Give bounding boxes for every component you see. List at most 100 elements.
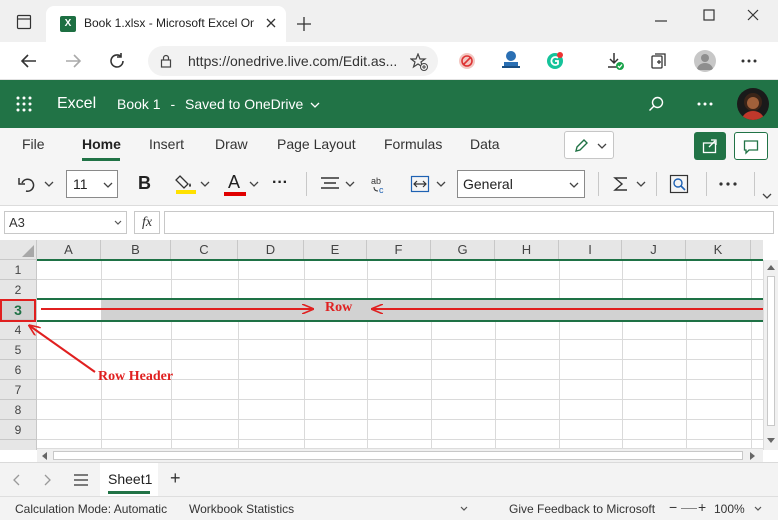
align-dropdown-icon[interactable] — [345, 180, 355, 188]
scroll-down-icon[interactable] — [767, 438, 775, 444]
zoom-level[interactable]: 100% — [714, 502, 745, 516]
share-button[interactable] — [694, 132, 726, 160]
fx-label: fx — [141, 215, 153, 230]
browser-tab[interactable]: X Book 1.xlsx - Microsoft Excel Onl — [46, 6, 286, 42]
scroll-left-icon[interactable] — [41, 452, 47, 460]
formula-bar: A3 fx — [0, 206, 778, 240]
extension-blocker-icon[interactable] — [458, 52, 476, 70]
undo-icon[interactable] — [18, 175, 38, 193]
user-avatar[interactable] — [737, 88, 769, 120]
wrap-dropdown-icon[interactable] — [436, 180, 446, 188]
bold-button[interactable]: B — [138, 173, 151, 194]
profile-avatar[interactable] — [694, 50, 716, 72]
spreadsheet-grid: A B C D E F G H I J K 1 2 3 4 5 6 7 8 9 — [0, 240, 778, 462]
formula-input[interactable] — [164, 211, 774, 234]
excel-app-header: Excel Book 1 - Saved to OneDrive — [0, 80, 778, 128]
autosum-icon[interactable] — [612, 175, 630, 193]
editing-mode-button[interactable] — [564, 131, 614, 159]
feedback-link[interactable]: Give Feedback to Microsoft — [509, 502, 655, 516]
forward-icon[interactable] — [64, 52, 82, 70]
text-direction-icon[interactable]: ab c — [370, 174, 390, 194]
sheet-tabs-bar: Sheet1 + — [0, 462, 778, 496]
calculation-mode[interactable]: Calculation Mode: Automatic — [15, 502, 167, 516]
minimize-icon[interactable] — [654, 14, 668, 28]
collections-icon[interactable] — [650, 52, 668, 70]
insert-function-button[interactable]: fx — [134, 211, 160, 234]
font-color-dropdown-icon[interactable] — [249, 180, 259, 188]
scroll-hthumb[interactable] — [53, 451, 743, 460]
sheet-next-icon[interactable] — [44, 474, 52, 486]
back-icon[interactable] — [20, 52, 38, 70]
more-commands-icon[interactable] — [719, 182, 737, 186]
tab-file[interactable]: File — [22, 128, 45, 162]
scroll-thumb[interactable] — [767, 276, 775, 426]
url-field[interactable]: https://onedrive.live.com/Edit.as... — [148, 46, 438, 76]
scroll-up-icon[interactable] — [767, 264, 775, 270]
tab-formulas[interactable]: Formulas — [384, 128, 442, 162]
tab-draw[interactable]: Draw — [215, 128, 248, 162]
sheet-tab-underline — [108, 491, 150, 494]
zoom-slider-track[interactable] — [681, 508, 697, 509]
browser-menu-icon[interactable] — [740, 58, 758, 64]
refresh-icon[interactable] — [108, 52, 126, 70]
align-icon[interactable] — [320, 175, 340, 193]
tab-data[interactable]: Data — [470, 128, 500, 162]
downloads-icon[interactable] — [606, 52, 626, 72]
favorites-add-icon[interactable] — [410, 53, 428, 71]
home-toolbar: 11 B A ··· ab c General — [0, 162, 778, 206]
status-dropdown-icon[interactable] — [460, 506, 468, 512]
font-color-button[interactable]: A — [224, 170, 246, 198]
search-icon[interactable] — [648, 96, 664, 112]
document-title-button[interactable]: Book 1 - Saved to OneDrive — [117, 96, 320, 112]
extension-grammarly-icon[interactable] — [546, 52, 564, 70]
zoom-dropdown-icon[interactable] — [754, 506, 762, 512]
tab-home[interactable]: Home — [82, 128, 121, 162]
toolbar-divider — [306, 172, 307, 196]
scroll-right-icon[interactable] — [750, 452, 756, 460]
zoom-in-button[interactable]: + — [698, 499, 706, 515]
chevron-down-icon — [597, 142, 607, 150]
add-sheet-button[interactable]: + — [170, 468, 181, 489]
app-name[interactable]: Excel — [57, 95, 96, 113]
horizontal-scrollbar[interactable] — [37, 448, 763, 462]
tab-actions-icon[interactable] — [16, 14, 32, 30]
expand-ribbon-icon[interactable] — [762, 192, 772, 200]
extension-stamp-icon[interactable] — [502, 50, 520, 70]
more-font-options-button[interactable]: ··· — [272, 174, 288, 192]
window-close-icon[interactable] — [746, 8, 760, 22]
chevron-down-icon — [569, 181, 579, 189]
tab-page-layout[interactable]: Page Layout — [277, 128, 356, 162]
new-tab-icon[interactable] — [296, 16, 312, 32]
sheet-prev-icon[interactable] — [12, 474, 20, 486]
font-color-swatch — [224, 192, 246, 196]
sheet-tab-active[interactable]: Sheet1 — [100, 463, 158, 496]
url-text: https://onedrive.live.com/Edit.as... — [188, 53, 398, 69]
tab-insert[interactable]: Insert — [149, 128, 184, 162]
chevron-down-icon — [103, 181, 113, 189]
save-status: Saved to OneDrive — [185, 96, 304, 112]
row-annotation-label: Row — [325, 300, 353, 315]
maximize-icon[interactable] — [702, 8, 716, 22]
number-format-select[interactable]: General — [457, 170, 585, 198]
app-launcher-icon[interactable] — [16, 96, 32, 112]
tab-close-icon[interactable] — [264, 16, 278, 30]
vertical-scrollbar[interactable] — [763, 260, 778, 450]
wrap-text-icon[interactable] — [410, 175, 430, 193]
workbook-statistics[interactable]: Workbook Statistics — [189, 502, 294, 516]
comments-button[interactable] — [734, 132, 768, 160]
name-box-value: A3 — [9, 215, 25, 230]
browser-titlebar: X Book 1.xlsx - Microsoft Excel Onl — [0, 0, 778, 42]
all-sheets-icon[interactable] — [74, 474, 88, 486]
find-select-icon[interactable] — [669, 174, 689, 194]
undo-dropdown-icon[interactable] — [44, 180, 54, 188]
toolbar-divider — [754, 172, 755, 196]
more-options-icon[interactable] — [697, 102, 713, 106]
fill-color-icon[interactable] — [175, 173, 197, 195]
zoom-out-button[interactable]: − — [669, 499, 677, 515]
fill-color-dropdown-icon[interactable] — [200, 180, 210, 188]
font-size-select[interactable]: 11 — [66, 170, 118, 198]
autosum-dropdown-icon[interactable] — [636, 180, 646, 188]
browser-address-bar: https://onedrive.live.com/Edit.as... — [0, 42, 778, 80]
name-box[interactable]: A3 — [4, 211, 127, 234]
toolbar-divider — [656, 172, 657, 196]
